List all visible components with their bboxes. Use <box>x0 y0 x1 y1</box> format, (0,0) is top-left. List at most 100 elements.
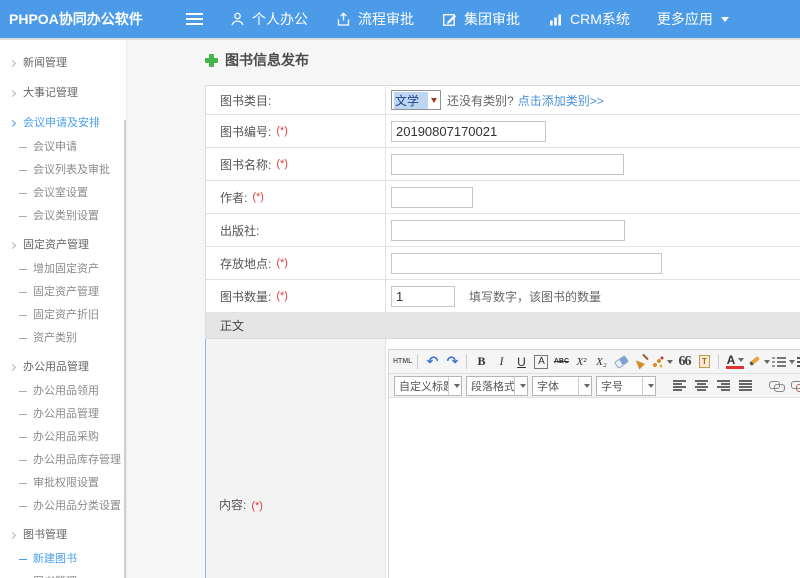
italic-button[interactable]: I <box>492 352 510 372</box>
sidebar-item-meeting-room-setting[interactable]: 会议室设置 <box>0 182 126 205</box>
nav-item-workflow-approval[interactable]: 流程审批 <box>335 9 414 29</box>
button-glyph: ↶ <box>427 353 439 370</box>
sidebar-item-label: 会议室设置 <box>33 182 88 205</box>
sidebar-item-office-supplies[interactable]: 办公用品管理 <box>0 355 126 380</box>
sidebar-item-label: 固定资产折旧 <box>33 304 99 327</box>
chevron-right-icon <box>9 532 16 539</box>
select-dropdown-button[interactable] <box>642 377 655 395</box>
align-justify-button[interactable] <box>735 376 755 396</box>
select-dropdown-button[interactable] <box>578 377 591 395</box>
sidebar-item-meeting-list-approve[interactable]: 会议列表及审批 <box>0 159 126 182</box>
font-color-button[interactable]: A <box>726 354 744 369</box>
paragraph-format-select[interactable]: 段落格式 <box>466 376 528 396</box>
insert-link-button[interactable] <box>767 376 787 396</box>
book-quantity-input[interactable] <box>391 286 455 307</box>
sidebar-item-asset-add[interactable]: 增加固定资产 <box>0 258 126 281</box>
book-quantity-label-cell: 图书数量:(*) <box>206 280 386 312</box>
nav-item-personal-office[interactable]: 个人办公 <box>229 9 308 29</box>
redo-button[interactable]: ↷ <box>443 352 461 372</box>
book-name-input[interactable] <box>391 154 624 175</box>
select-dropdown-button[interactable] <box>514 377 527 395</box>
sidebar-group-label: 办公用品管理 <box>23 355 89 380</box>
subscript-button[interactable]: X₂ <box>592 352 610 372</box>
field-label: 存放地点: <box>220 255 271 272</box>
nav-item-more-apps[interactable]: 更多应用 <box>657 9 729 29</box>
autotypeset-button[interactable]: A <box>534 355 548 369</box>
sidebar-item-supplies-claim[interactable]: 办公用品领用 <box>0 380 126 403</box>
clear-format-button[interactable] <box>632 352 650 372</box>
select-dropdown-button[interactable] <box>448 377 461 395</box>
dash-icon <box>19 147 27 148</box>
custom-title-select[interactable]: 自定义标题 <box>394 376 462 396</box>
remove-link-button[interactable] <box>789 376 800 396</box>
book-location-input[interactable] <box>391 253 662 274</box>
sidebar-item-news[interactable]: 新闻管理 <box>0 51 126 76</box>
source-code-button[interactable]: HTML <box>393 352 412 372</box>
field-label: 图书名称: <box>220 156 271 173</box>
insert-link-icon <box>769 381 785 391</box>
sidebar-item-supplies-manage[interactable]: 办公用品管理 <box>0 403 126 426</box>
dash-icon <box>19 292 27 293</box>
select-label: 字体 <box>533 378 578 394</box>
ordered-list-button[interactable] <box>772 352 795 372</box>
bold-button[interactable]: B <box>472 352 490 372</box>
sidebar-group-label: 新闻管理 <box>23 51 67 76</box>
button-glyph: ABC <box>554 358 569 365</box>
nav-item-label: CRM系统 <box>570 9 630 29</box>
sidebar-item-books[interactable]: 图书管理 <box>0 523 126 548</box>
book-author-input[interactable] <box>391 187 473 208</box>
dash-icon <box>19 506 27 507</box>
align-center-button[interactable] <box>691 376 711 396</box>
sidebar-item-meeting-apply[interactable]: 会议申请 <box>0 136 126 159</box>
underline-button[interactable]: U <box>512 352 530 372</box>
format-painter-icon <box>652 356 664 368</box>
font-size-select[interactable]: 字号 <box>596 376 656 396</box>
sidebar-item-book-new[interactable]: 新建图书 <box>0 548 126 571</box>
superscript-button[interactable]: X² <box>572 352 590 372</box>
paste-text-button[interactable] <box>695 352 713 372</box>
sidebar-item-supplies-purchase[interactable]: 办公用品采购 <box>0 426 126 449</box>
sidebar-item-fixed-assets[interactable]: 固定资产管理 <box>0 233 126 258</box>
book-code-input[interactable] <box>391 121 546 142</box>
sidebar-item-asset-type[interactable]: 资产类别 <box>0 327 126 350</box>
sidebar-item-supplies-stock[interactable]: 办公用品库存管理 <box>0 449 126 472</box>
sidebar-item-label: 办公用品领用 <box>33 380 99 403</box>
sidebar-item-asset-manage[interactable]: 固定资产管理 <box>0 281 126 304</box>
sidebar-item-meeting[interactable]: 会议申请及安排 <box>0 111 126 136</box>
nav-item-group-approval[interactable]: 集团审批 <box>441 9 520 29</box>
undo-button[interactable]: ↶ <box>423 352 441 372</box>
button-glyph: A <box>727 354 736 366</box>
chevron-right-icon <box>9 120 16 127</box>
strikethrough-button[interactable]: ABC <box>552 352 570 372</box>
sidebar-item-label: 会议申请 <box>33 136 77 159</box>
field-label: 出版社: <box>220 222 259 239</box>
blockquote-button[interactable]: 66 <box>675 352 693 372</box>
book-quantity-row: 图书数量:(*)填写数字，该图书的数量 <box>206 280 800 313</box>
sidebar-group-books: 图书管理新建图书图书管理 <box>0 523 126 578</box>
sidebar-item-asset-depreciation[interactable]: 固定资产折旧 <box>0 304 126 327</box>
eraser-button[interactable] <box>612 352 630 372</box>
align-left-button[interactable] <box>669 376 689 396</box>
nav-item-crm-system[interactable]: CRM系统 <box>547 9 630 29</box>
highlight-color-button[interactable] <box>748 352 770 372</box>
sidebar-item-book-manage[interactable]: 图书管理 <box>0 571 126 578</box>
align-right-button[interactable] <box>713 376 733 396</box>
nav-item-label: 集团审批 <box>464 9 520 29</box>
book-category-select[interactable]: 文学 <box>391 90 441 110</box>
book-name-label-cell: 图书名称:(*) <box>206 148 386 180</box>
book-category-value-cell: 文学还没有类别?点击添加类别>> <box>386 86 800 114</box>
sidebar-item-memorabilia[interactable]: 大事记管理 <box>0 81 126 106</box>
add-category-link[interactable]: 点击添加类别>> <box>518 92 604 109</box>
sidebar-item-label: 会议列表及审批 <box>33 159 110 182</box>
sidebar-item-supplies-category[interactable]: 办公用品分类设置 <box>0 495 126 518</box>
sidebar-scrollbar[interactable] <box>124 120 126 578</box>
sidebar-item-meeting-type-setting[interactable]: 会议类别设置 <box>0 205 126 228</box>
hamburger-menu-icon[interactable] <box>186 13 203 25</box>
book-publisher-input[interactable] <box>391 220 625 241</box>
page-title: 图书信息发布 <box>205 50 309 70</box>
format-painter-button[interactable] <box>652 352 673 372</box>
align-justify-icon <box>739 380 752 391</box>
editor-content-area[interactable] <box>389 398 800 578</box>
font-family-select[interactable]: 字体 <box>532 376 592 396</box>
sidebar-item-approve-permission[interactable]: 审批权限设置 <box>0 472 126 495</box>
